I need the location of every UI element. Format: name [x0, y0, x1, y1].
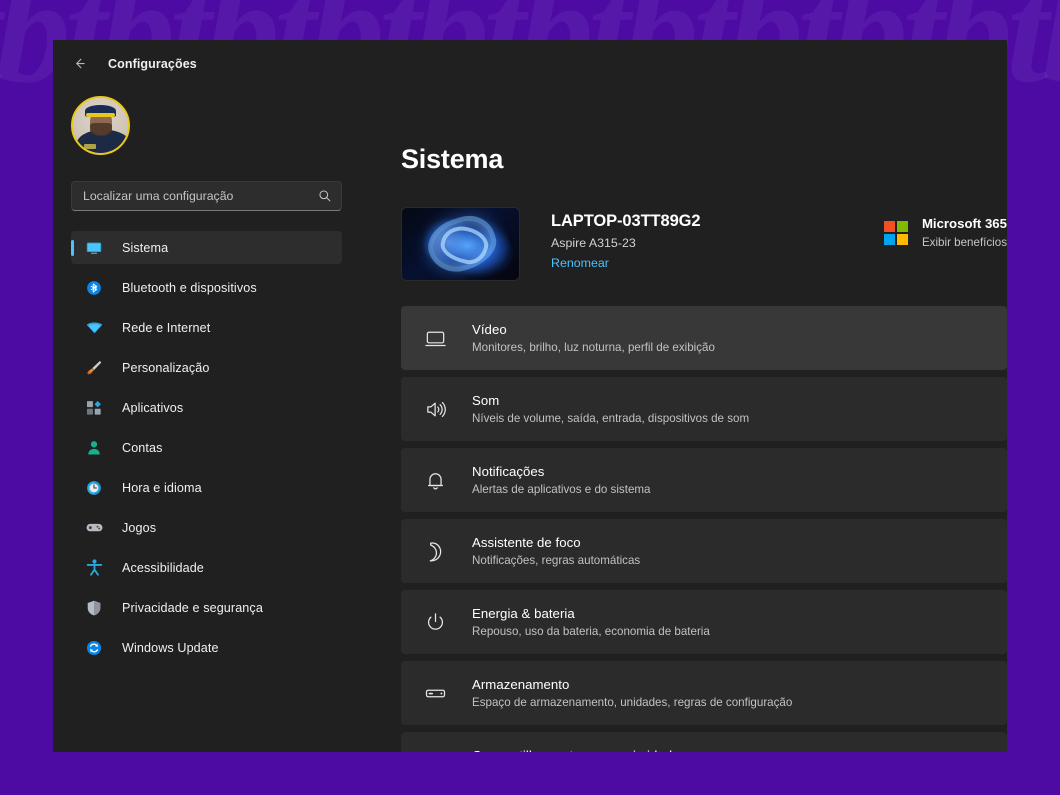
microsoft-logo — [883, 220, 908, 245]
settings-row-title: Energia & bateria — [472, 606, 575, 621]
arrow-left-icon — [75, 58, 85, 69]
settings-row-som[interactable]: Som Níveis de volume, saída, entrada, di… — [401, 377, 1007, 441]
sidebar-item-label: Privacidade e segurança — [122, 600, 263, 615]
sidebar-item-label: Contas — [122, 440, 163, 455]
page-title: Sistema — [401, 144, 504, 174]
accessibility-person-icon — [83, 558, 105, 578]
power-icon — [418, 611, 452, 634]
sidebar-item-label: Personalização — [122, 360, 210, 375]
bluetooth-icon — [83, 278, 105, 298]
window-body: Sistema Bluetooth e dispositivos — [53, 87, 1007, 752]
sidebar-item-rede-e-internet[interactable]: Rede e Internet — [71, 311, 342, 344]
sidebar-item-privacidade-e-seguranca[interactable]: Privacidade e segurança — [71, 591, 342, 624]
settings-row-subtitle: Monitores, brilho, luz noturna, perfil d… — [472, 341, 715, 354]
settings-row-subtitle: Espaço de armazenamento, unidades, regra… — [472, 696, 793, 709]
refresh-circle-icon — [83, 638, 105, 658]
microsoft-365-promo[interactable]: Microsoft 365 Exibir benefícios — [883, 207, 1007, 249]
rename-link[interactable]: Renomear — [551, 256, 609, 270]
settings-row-subtitle: Repouso, uso da bateria, economia de bat… — [472, 625, 710, 638]
back-button[interactable] — [62, 49, 96, 79]
clock-icon — [83, 478, 105, 498]
settings-row-armazenamento[interactable]: Armazenamento Espaço de armazenamento, u… — [401, 661, 1007, 725]
sidebar-item-bluetooth-e-dispositivos[interactable]: Bluetooth e dispositivos — [71, 271, 342, 304]
device-model: Aspire A315-23 — [551, 236, 636, 250]
sidebar-item-label: Bluetooth e dispositivos — [122, 280, 257, 295]
sidebar-item-label: Hora e idioma — [122, 480, 202, 495]
account-row[interactable] — [67, 87, 346, 155]
microsoft-365-subtitle: Exibir benefícios — [921, 236, 1007, 249]
settings-row-title: Som — [472, 393, 500, 408]
sidebar-item-jogos[interactable]: Jogos — [71, 511, 342, 544]
settings-row-energia-e-bateria[interactable]: Energia & bateria Repouso, uso da bateri… — [401, 590, 1007, 654]
display-icon — [418, 327, 452, 350]
bell-icon — [418, 469, 452, 492]
sidebar-item-label: Jogos — [122, 520, 157, 535]
settings-row-compartilhamento-por-proximidade[interactable]: Compartilhamento por proximidade Capacid… — [401, 732, 1007, 752]
sidebar-nav: Sistema Bluetooth e dispositivos Rede e … — [67, 231, 346, 664]
sidebar-item-contas[interactable]: Contas — [71, 431, 342, 464]
search-box[interactable] — [71, 181, 342, 211]
speaker-icon — [418, 398, 452, 421]
search-input[interactable] — [83, 189, 318, 203]
settings-row-title: Vídeo — [472, 322, 507, 337]
paintbrush-icon — [83, 358, 105, 378]
person-icon — [83, 438, 105, 458]
wifi-icon — [83, 318, 105, 338]
avatar[interactable] — [71, 96, 130, 155]
search-icon — [318, 189, 332, 203]
sidebar-item-acessibilidade[interactable]: Acessibilidade — [71, 551, 342, 584]
settings-row-subtitle: Alertas de aplicativos e do sistema — [472, 483, 651, 496]
search-container — [67, 181, 346, 211]
device-name: LAPTOP-03TT89G2 — [551, 212, 701, 230]
app-title: Configurações — [108, 56, 197, 71]
sidebar-item-label: Sistema — [122, 240, 169, 255]
device-thumbnail — [401, 207, 520, 281]
sidebar-item-hora-e-idioma[interactable]: Hora e idioma — [71, 471, 342, 504]
main-content: Sistema LAPTOP-03TT89G2 Aspire A315-23 R… — [360, 87, 1007, 752]
monitor-icon — [83, 238, 105, 258]
sidebar-item-sistema[interactable]: Sistema — [71, 231, 342, 264]
sidebar-item-label: Rede e Internet — [122, 320, 211, 335]
sidebar-item-label: Acessibilidade — [122, 560, 204, 575]
settings-row-notificacoes[interactable]: Notificações Alertas de aplicativos e do… — [401, 448, 1007, 512]
sidebar-item-label: Windows Update — [122, 640, 219, 655]
microsoft-365-title: Microsoft 365 — [921, 216, 1007, 231]
settings-row-title: Compartilhamento por proximidade — [472, 748, 758, 752]
window-titlebar: Configurações — [53, 40, 1007, 87]
settings-row-title: Assistente de foco — [472, 535, 581, 550]
settings-row-assistente-de-foco[interactable]: Assistente de foco Notificações, regras … — [401, 519, 1007, 583]
settings-window: Configurações Localizar uma configuração… — [53, 40, 1007, 752]
device-hero: LAPTOP-03TT89G2 Aspire A315-23 Renomear … — [401, 207, 1007, 281]
settings-row-title: Notificações — [472, 464, 545, 479]
sidebar: Sistema Bluetooth e dispositivos — [53, 87, 360, 752]
settings-row-video[interactable]: Vídeo Monitores, brilho, luz noturna, pe… — [401, 306, 1007, 370]
sidebar-item-label: Aplicativos — [122, 400, 184, 415]
settings-row-subtitle: Notificações, regras automáticas — [472, 554, 641, 567]
settings-row-subtitle: Níveis de volume, saída, entrada, dispos… — [472, 412, 750, 425]
apps-grid-icon — [83, 398, 105, 418]
settings-list: Vídeo Monitores, brilho, luz noturna, pe… — [401, 306, 1007, 752]
sidebar-item-windows-update[interactable]: Windows Update — [71, 631, 342, 664]
shield-icon — [83, 598, 105, 618]
moon-icon — [418, 540, 452, 563]
settings-row-title: Armazenamento — [472, 677, 570, 692]
sidebar-item-personalizacao[interactable]: Personalização — [71, 351, 342, 384]
sidebar-item-aplicativos[interactable]: Aplicativos — [71, 391, 342, 424]
gamepad-icon — [83, 518, 105, 538]
drive-icon — [418, 682, 452, 705]
device-info: LAPTOP-03TT89G2 Aspire A315-23 Renomear — [551, 207, 701, 272]
